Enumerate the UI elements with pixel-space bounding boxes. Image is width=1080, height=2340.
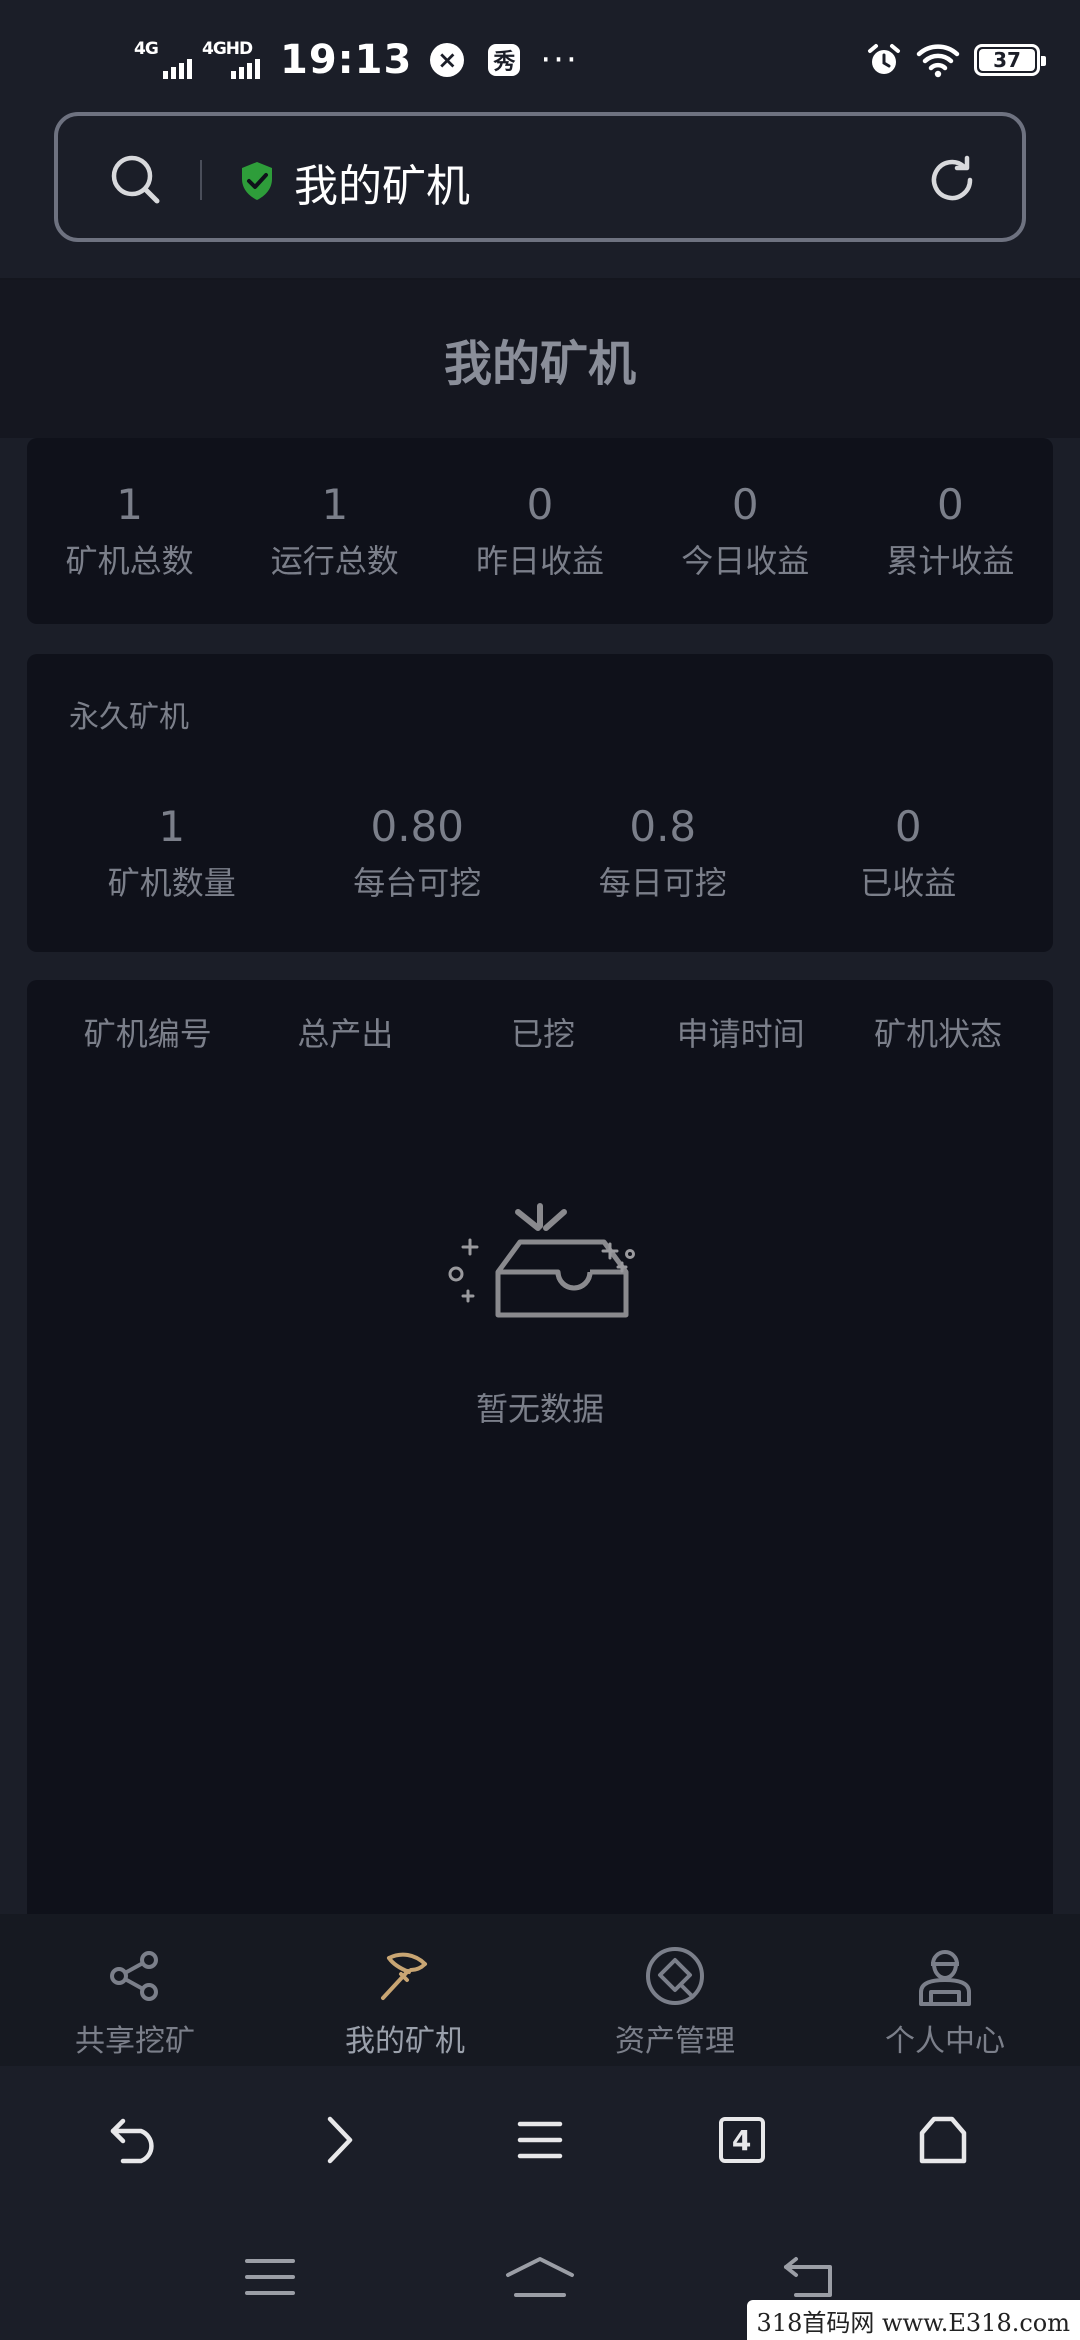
browser-back-button[interactable] xyxy=(87,2090,187,2190)
status-left: 4G 4GHD 19:13 × 秀 ··· xyxy=(134,30,579,90)
stat-today: 0 今日收益 xyxy=(643,480,848,582)
tab-label: 共享挖矿 xyxy=(75,2024,195,2059)
system-recents-button[interactable] xyxy=(210,2237,330,2317)
stat-yesterday: 0 昨日收益 xyxy=(437,480,642,582)
watermark: 318首码网 www.E318.com xyxy=(746,2300,1080,2340)
wifi-icon xyxy=(916,44,960,78)
stat-value: 0 xyxy=(894,802,922,851)
more-notifications-icon: ··· xyxy=(540,40,579,80)
recents-icon xyxy=(245,2259,295,2295)
address-title[interactable]: 我的矿机 xyxy=(294,150,470,214)
user-icon xyxy=(919,1950,971,2006)
network-type-sim1: 4G xyxy=(134,39,159,59)
page-title: 我的矿机 xyxy=(443,336,636,392)
stat-miner-count: 1 矿机数量 xyxy=(49,802,295,904)
stat-label: 每台可挖 xyxy=(353,864,482,903)
browser-menu-button[interactable] xyxy=(490,2090,590,2190)
browser-home-button[interactable] xyxy=(893,2090,993,2190)
empty-state: 暂无数据 xyxy=(27,1200,1053,1430)
browser-forward-button[interactable] xyxy=(288,2090,388,2190)
address-bar[interactable]: 我的矿机 xyxy=(54,112,1026,242)
stat-value: 1 xyxy=(321,480,349,529)
browser-toolbar: 4 xyxy=(0,2066,1080,2214)
shield-check-icon xyxy=(242,162,272,200)
battery-icon: 37 xyxy=(974,44,1046,76)
share-icon xyxy=(110,1951,158,2001)
asset-icon xyxy=(646,1947,704,2005)
stat-cumulative: 0 累计收益 xyxy=(848,480,1053,582)
tab-personal-center[interactable]: 个人中心 xyxy=(810,1914,1080,2066)
system-home-button[interactable] xyxy=(480,2237,600,2317)
tab-asset-management[interactable]: 资产管理 xyxy=(540,1914,810,2066)
bottom-tab-bar: 共享挖矿 我的矿机 资产管理 个人中心 xyxy=(0,1914,1080,2066)
stat-label: 矿机数量 xyxy=(107,864,236,903)
back-icon xyxy=(110,2118,154,2164)
stat-total-miners: 1 矿机总数 xyxy=(27,480,232,582)
stat-earned: 0 已收益 xyxy=(786,802,1032,904)
card-title: 永久矿机 xyxy=(69,700,189,735)
stat-per-day: 0.8 每日可挖 xyxy=(540,802,786,904)
stat-label: 昨日收益 xyxy=(476,542,605,581)
stat-value: 1 xyxy=(116,480,143,529)
forward-icon xyxy=(328,2116,353,2164)
table-header: 矿机编号 总产出 已挖 申请时间 矿机状态 xyxy=(27,1002,1053,1062)
search-icon[interactable] xyxy=(108,152,164,208)
stat-label: 每日可挖 xyxy=(598,864,727,903)
tab-label: 个人中心 xyxy=(885,2024,1005,2059)
browser-tabs-button[interactable]: 4 xyxy=(692,2090,792,2190)
address-divider xyxy=(200,160,202,200)
stat-running: 1 运行总数 xyxy=(232,480,437,582)
summary-card: 1 矿机总数 1 运行总数 0 昨日收益 0 今日收益 0 累计收益 xyxy=(27,438,1053,624)
notification-xiu-icon: 秀 xyxy=(488,44,521,76)
column-header: 总产出 xyxy=(297,1015,394,1053)
tab-my-miners[interactable]: 我的矿机 xyxy=(270,1914,540,2066)
stat-label: 已收益 xyxy=(860,864,957,903)
stat-per-unit: 0.80 每台可挖 xyxy=(295,802,541,904)
stat-value: 1 xyxy=(158,802,186,851)
signal-sim2-icon: 4GHD xyxy=(202,37,260,83)
home-icon xyxy=(919,2116,967,2164)
stat-value: 0 xyxy=(526,480,554,529)
stat-label: 累计收益 xyxy=(886,542,1015,581)
page-header: 我的矿机 xyxy=(0,280,1080,438)
miner-table: 矿机编号 总产出 已挖 申请时间 矿机状态 暂无数据 xyxy=(27,980,1053,1914)
status-right: 37 xyxy=(866,36,1046,84)
stat-value: 0.80 xyxy=(370,802,464,851)
empty-text: 暂无数据 xyxy=(475,1390,604,1428)
stat-label: 矿机总数 xyxy=(65,542,194,581)
refresh-icon[interactable] xyxy=(924,152,980,208)
network-type-sim2: 4GHD xyxy=(202,39,253,59)
alarm-icon xyxy=(868,44,900,74)
column-header: 已挖 xyxy=(510,1015,575,1053)
stat-label: 今日收益 xyxy=(681,542,810,581)
notification-x-icon: × xyxy=(430,43,465,77)
column-header: 矿机编号 xyxy=(83,1015,212,1053)
stat-value: 0 xyxy=(731,480,759,529)
tab-label: 我的矿机 xyxy=(345,2024,465,2059)
stat-value: 0.8 xyxy=(629,802,697,851)
tabs-icon: 4 xyxy=(718,2117,765,2163)
column-header: 矿机状态 xyxy=(874,1015,1003,1053)
tab-count: 4 xyxy=(731,2123,752,2157)
pickaxe-icon xyxy=(381,1952,427,2000)
status-bar: 4G 4GHD 19:13 × 秀 ··· 37 xyxy=(0,0,1080,110)
stat-value: 0 xyxy=(937,480,964,529)
signal-sim1-icon: 4G xyxy=(134,37,192,83)
column-header: 申请时间 xyxy=(676,1015,805,1053)
permanent-miner-card: 永久矿机 1 矿机数量 0.80 每台可挖 0.8 每日可挖 0 已收益 xyxy=(27,654,1053,952)
tab-share-mining[interactable]: 共享挖矿 xyxy=(0,1914,270,2066)
clock: 19:13 xyxy=(280,37,413,83)
home-icon xyxy=(506,2257,574,2297)
menu-icon xyxy=(517,2121,563,2159)
tab-label: 资产管理 xyxy=(615,2024,735,2059)
battery-level: 37 xyxy=(993,48,1021,72)
main-content: 1 矿机总数 1 运行总数 0 昨日收益 0 今日收益 0 累计收益 永久矿机 xyxy=(0,438,1080,1914)
back-icon xyxy=(784,2257,832,2297)
empty-box-icon xyxy=(448,1203,635,1318)
stat-label: 运行总数 xyxy=(270,542,399,581)
